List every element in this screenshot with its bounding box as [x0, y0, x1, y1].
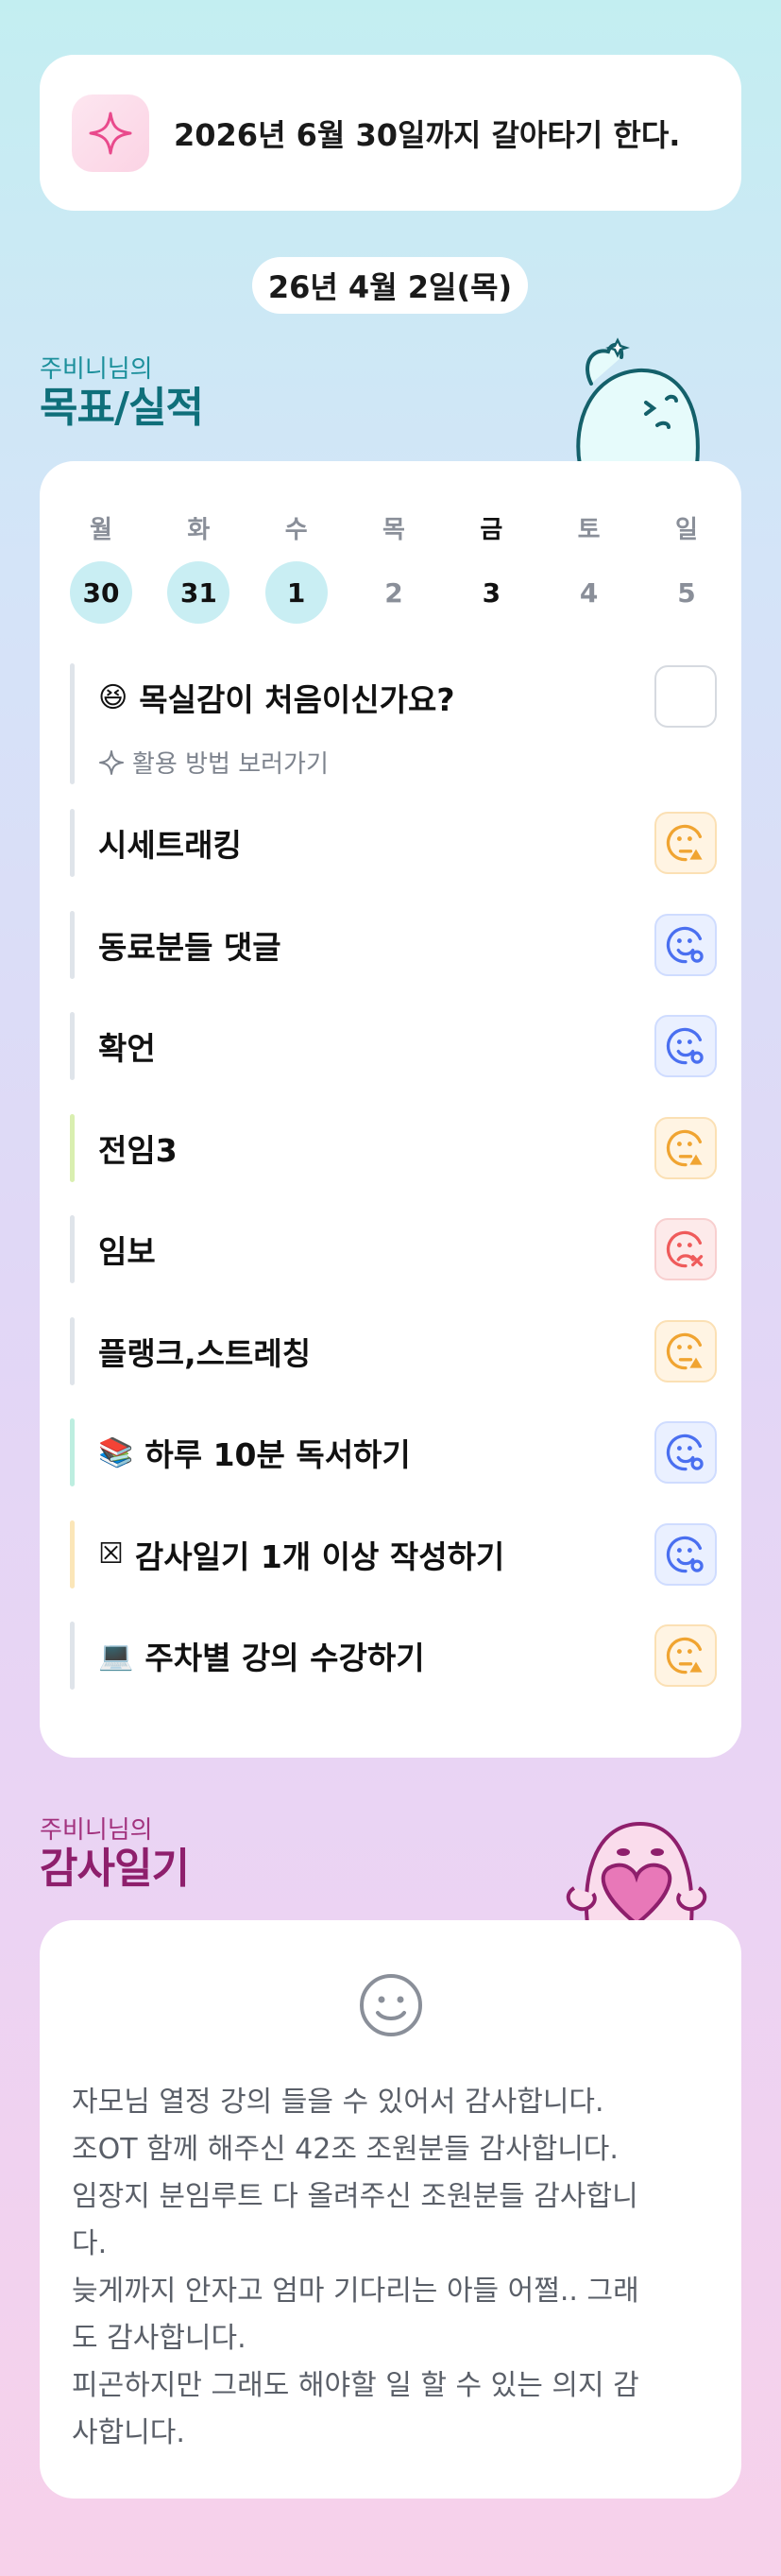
mascot-waving-icon [576, 337, 700, 465]
day-number-today[interactable]: 3 [460, 561, 522, 624]
goal-label: 플랭크,스트레칭 [98, 1329, 311, 1374]
goal-label: 임보 [98, 1227, 156, 1272]
how-to-link-text: 활용 방법 보러가기 [132, 750, 329, 779]
day-name: 금 [480, 516, 503, 544]
status-face-orange-icon[interactable] [654, 1116, 717, 1179]
goal-label-text: 동료분들 댓글 [98, 928, 281, 966]
sparkle-icon [72, 94, 149, 172]
day-column[interactable]: 토4 [556, 510, 622, 624]
gratitude-section-heading: 주비니님의 감사일기 [40, 1811, 190, 1893]
goal-row[interactable]: 📚 하루 10분 독서하기 [70, 1418, 717, 1486]
tip-title-text: 목실감이 처음이신가요? [139, 681, 455, 718]
status-face-orange-icon[interactable] [654, 812, 717, 874]
day-column[interactable]: 화 31 [165, 510, 231, 624]
mascot-heart-icon [566, 1821, 707, 1924]
goal-row[interactable]: ☒ 감사일기 1개 이상 작성하기 [70, 1520, 717, 1589]
day-number[interactable]: 1 [264, 561, 328, 624]
smile-icon [360, 1974, 422, 2036]
status-face-blue-icon[interactable] [654, 1421, 717, 1484]
section-title: 감사일기 [40, 1845, 190, 1893]
goal-bar [70, 910, 75, 979]
goal-bar [70, 1622, 75, 1690]
day-column[interactable]: 월 30 [68, 510, 134, 624]
tip-checkbox[interactable] [654, 665, 717, 728]
goal-label-text: 임보 [98, 1233, 156, 1270]
goal-emoji-icon: 💻 [98, 1639, 134, 1673]
goal-row[interactable]: 전임3 [70, 1113, 717, 1182]
section-owner: 주비니님의 [40, 355, 153, 384]
goal-label-text: 플랭크,스트레칭 [98, 1334, 312, 1372]
status-face-blue-icon[interactable] [654, 913, 717, 976]
section-title: 목표/실적 [40, 384, 204, 432]
goal-emoji-icon: 📚 [98, 1435, 134, 1469]
day-column[interactable]: 일5 [654, 510, 720, 624]
day-column[interactable]: 수1 [263, 510, 330, 624]
status-face-orange-icon[interactable] [654, 1319, 717, 1382]
day-column[interactable]: 목2 [361, 510, 427, 624]
section-owner: 주비니님의 [40, 1816, 153, 1845]
goal-bar [70, 1012, 75, 1080]
goal-label-text: 전임3 [98, 1131, 178, 1169]
goal-row[interactable]: 동료분들 댓글 [70, 910, 717, 979]
gratitude-text: 자모님 열정 강의 들을 수 있어서 감사합니다. 조OT 함께 해주신 42조… [72, 2086, 639, 2449]
goal-row[interactable]: 💻 주차별 강의 수강하기 [70, 1622, 717, 1690]
goal-row[interactable]: 시세트래킹 [70, 809, 717, 877]
goal-label-text: 주차별 강의 수강하기 [144, 1640, 425, 1676]
goal-bar [70, 809, 75, 877]
day-name: 월 [90, 516, 112, 544]
goal-bar [70, 1418, 75, 1486]
grinning-face-icon: 😆 [98, 680, 128, 714]
date-pill: 26년 4월 2일(목) [252, 257, 528, 314]
goal-row[interactable]: 확언 [70, 1012, 717, 1080]
goal-banner[interactable]: 2026년 6월 30일까지 갈아타기 한다. [40, 55, 741, 211]
goal-label: ☒ 감사일기 1개 이상 작성하기 [98, 1532, 504, 1577]
sparkle-icon [99, 749, 124, 775]
goal-label: 동료분들 댓글 [98, 922, 281, 968]
week-calendar: 월 30 화 31 수1 목2 금3 토4 일5 [68, 510, 720, 624]
goal-label: 전임3 [98, 1125, 178, 1171]
status-face-orange-icon[interactable] [654, 1624, 717, 1687]
goal-label-text: 시세트래킹 [98, 827, 242, 864]
goal-label: 💻 주차별 강의 수강하기 [98, 1633, 425, 1678]
day-name: 목 [382, 516, 405, 544]
goal-bar [70, 1316, 75, 1385]
goals-section-heading: 주비니님의 목표/실적 [40, 350, 204, 432]
day-number[interactable]: 31 [167, 561, 230, 624]
day-column[interactable]: 금3 [458, 510, 524, 624]
goals-card: 월 30 화 31 수1 목2 금3 토4 일5 😆 목실감이 처음이신가요? 활용… [40, 461, 741, 1758]
tip-title: 😆 목실감이 처음이신가요? [98, 675, 455, 720]
goal-label: 시세트래킹 [98, 820, 242, 866]
goal-bar [70, 1215, 75, 1283]
goal-label-text: 하루 10분 독서하기 [144, 1436, 411, 1473]
goal-bar [70, 1113, 75, 1182]
goal-emoji-icon: ☒ [98, 1537, 124, 1571]
goal-label-text: 감사일기 1개 이상 작성하기 [134, 1537, 505, 1575]
goal-bar [70, 1520, 75, 1589]
goal-label-text: 확언 [98, 1030, 156, 1067]
day-number[interactable]: 2 [363, 561, 425, 624]
gratitude-card[interactable]: 자모님 열정 강의 들을 수 있어서 감사합니다. 조OT 함께 해주신 42조… [40, 1920, 741, 2499]
day-number[interactable]: 30 [70, 561, 132, 624]
status-face-blue-icon[interactable] [654, 1015, 717, 1077]
how-to-link[interactable]: 활용 방법 보러가기 [98, 745, 329, 780]
day-name: 토 [577, 516, 601, 544]
goal-label: 📚 하루 10분 독서하기 [98, 1430, 411, 1475]
day-name: 화 [187, 516, 211, 544]
day-name: 수 [284, 516, 308, 544]
goal-label: 확언 [98, 1023, 156, 1069]
status-face-red-icon[interactable] [654, 1218, 717, 1280]
day-name: 일 [675, 516, 698, 544]
status-face-blue-icon[interactable] [654, 1522, 717, 1586]
goal-text: 2026년 6월 30일까지 갈아타기 한다. [174, 116, 681, 153]
day-number[interactable]: 4 [558, 561, 620, 624]
day-number[interactable]: 5 [655, 561, 718, 624]
tip-row: 😆 목실감이 처음이신가요? 활용 방법 보러가기 [70, 663, 717, 784]
goal-row[interactable]: 플랭크,스트레칭 [70, 1316, 717, 1385]
goal-row[interactable]: 임보 [70, 1215, 717, 1283]
